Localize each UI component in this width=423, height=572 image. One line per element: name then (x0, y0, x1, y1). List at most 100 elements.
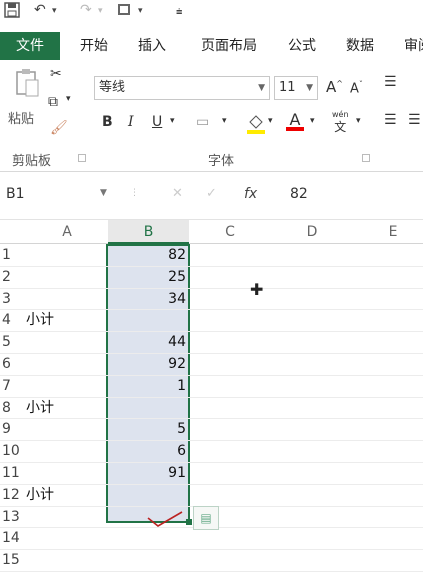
align-left-icon[interactable]: ☰ (384, 112, 397, 128)
clipboard-launcher-icon[interactable] (78, 154, 86, 162)
row-header[interactable]: 15 (0, 549, 22, 571)
column-header-b[interactable]: B (108, 220, 189, 244)
cell-b[interactable]: 82 (108, 244, 189, 266)
column-header-a[interactable]: A (28, 220, 106, 244)
row-header[interactable]: 4 (0, 309, 22, 331)
formula-bar-grip-icon: ⋮ (130, 188, 139, 198)
paste-label[interactable]: 粘贴 (8, 108, 34, 127)
phonetic-dropdown-icon[interactable]: ▾ (356, 116, 361, 126)
tab-file[interactable]: 文件 (0, 32, 60, 60)
quick-analysis-icon[interactable]: ▤ (193, 506, 219, 530)
tab-review[interactable]: 审阅 (396, 32, 423, 60)
undo-icon[interactable]: ↶ (34, 2, 46, 20)
copy-icon[interactable]: ⧉ (48, 94, 58, 110)
tab-data[interactable]: 数据 (338, 32, 382, 60)
customize-qat-icon[interactable]: ⩧ (176, 5, 182, 23)
row-header[interactable]: 11 (0, 462, 22, 484)
shrink-font-button[interactable]: Aˇ (350, 80, 363, 96)
cell-b[interactable]: 6 (108, 440, 189, 462)
row-gridline (0, 483, 423, 485)
font-group-label: 字体 (208, 154, 235, 169)
column-header-d[interactable]: D (272, 220, 352, 244)
insert-function-icon[interactable]: fx (244, 186, 257, 202)
row-header[interactable]: 10 (0, 440, 22, 462)
cell-b[interactable]: 44 (108, 331, 189, 353)
redo-icon[interactable]: ↷ (80, 2, 92, 20)
underline-dropdown-icon[interactable]: ▾ (170, 116, 175, 126)
undo-dropdown-icon[interactable]: ▾ (52, 6, 57, 24)
cell-b[interactable]: 34 (108, 288, 189, 310)
row-header[interactable]: 1 (0, 244, 22, 266)
font-size-dropdown-icon: ▼ (306, 83, 313, 93)
phonetic-button[interactable]: wén 文 (332, 110, 349, 134)
row-gridline (0, 418, 423, 420)
font-color-button[interactable]: A (286, 110, 304, 131)
column-header-c[interactable]: C (190, 220, 270, 244)
row-header[interactable]: 6 (0, 353, 22, 375)
copy-dropdown-icon[interactable]: ▾ (66, 94, 71, 104)
redo-dropdown-icon[interactable]: ▾ (98, 6, 103, 24)
row-header[interactable]: 12 (0, 484, 22, 506)
font-launcher-icon[interactable] (362, 154, 370, 162)
font-name-dropdown-icon: ▼ (258, 83, 265, 93)
red-check-mark (147, 511, 183, 527)
fill-color-icon[interactable] (246, 112, 266, 138)
cell-b[interactable]: 25 (108, 266, 189, 288)
font-color-glyph: A (289, 110, 301, 129)
fill-handle[interactable] (186, 519, 192, 525)
grow-font-button[interactable]: A^ (326, 78, 343, 96)
grow-font-glyph: A (326, 78, 337, 96)
row-gridline (0, 396, 423, 398)
name-box[interactable]: B1 (6, 186, 25, 202)
cell-cursor-icon: ✚ (250, 280, 264, 299)
cell-a[interactable]: 小计 (26, 397, 54, 419)
paste-icon[interactable] (14, 68, 40, 102)
cell-b[interactable]: 1 (108, 375, 189, 397)
row-header[interactable]: 8 (0, 397, 22, 419)
row-header[interactable]: 14 (0, 527, 22, 549)
format-painter-icon[interactable]: 🖌 (50, 120, 68, 136)
row-header[interactable]: 13 (0, 506, 22, 528)
borders-icon[interactable]: ▭ (196, 114, 209, 130)
cut-icon[interactable]: ✂ (50, 66, 62, 82)
row-gridline (0, 265, 423, 267)
worksheet-grid[interactable]: A B C D E 1 82 2 25 3 34 4 小计 5 44 6 92 7 1 8 小计 9 5 10 6 11… (0, 220, 423, 572)
cancel-entry-icon[interactable]: ✕ (172, 186, 183, 201)
row-header[interactable]: 2 (0, 266, 22, 288)
borders-dropdown-icon[interactable]: ▾ (222, 116, 227, 126)
bold-button[interactable]: B (102, 114, 113, 130)
row-header[interactable]: 9 (0, 418, 22, 440)
cell-b[interactable]: 92 (108, 353, 189, 375)
tab-insert[interactable]: 插入 (130, 32, 174, 60)
cell-b[interactable]: 5 (108, 418, 189, 440)
font-size-value: 11 (279, 80, 296, 95)
italic-button[interactable]: I (128, 114, 134, 130)
cell-a[interactable]: 小计 (26, 484, 54, 506)
font-size-combo[interactable]: 11 ▼ (274, 76, 318, 100)
shrink-font-glyph: A (350, 81, 359, 97)
font-name-combo[interactable]: 等线 ▼ (94, 76, 270, 100)
font-color-dropdown-icon[interactable]: ▾ (310, 116, 315, 126)
fill-color-dropdown-icon[interactable]: ▾ (268, 116, 273, 126)
column-header-e[interactable]: E (354, 220, 423, 244)
print-preview-icon[interactable] (116, 2, 134, 20)
row-header[interactable]: 3 (0, 288, 22, 310)
print-dropdown-icon[interactable]: ▾ (138, 6, 143, 24)
cell-a[interactable]: 小计 (26, 309, 54, 331)
align-top-icon[interactable]: ☰ (384, 74, 397, 90)
row-gridline (0, 462, 423, 463)
tab-page-layout[interactable]: 页面布局 (194, 32, 264, 60)
save-icon[interactable] (4, 2, 20, 20)
cell-b[interactable]: 91 (108, 462, 189, 484)
row-header[interactable]: 5 (0, 331, 22, 353)
underline-button[interactable]: U (152, 114, 162, 130)
name-box-dropdown-icon[interactable]: ▼ (100, 188, 107, 198)
align-center-icon[interactable]: ☰ (408, 112, 421, 128)
quick-access-toolbar: ↶ ▾ ↷ ▾ ▾ ⩧ (0, 0, 423, 22)
formula-input[interactable]: 82 (290, 186, 308, 202)
row-header[interactable]: 7 (0, 375, 22, 397)
confirm-entry-icon[interactable]: ✓ (206, 186, 217, 201)
column-headers: A B C D E (0, 220, 423, 244)
tab-home[interactable]: 开始 (72, 32, 116, 60)
tab-formulas[interactable]: 公式 (280, 32, 324, 60)
